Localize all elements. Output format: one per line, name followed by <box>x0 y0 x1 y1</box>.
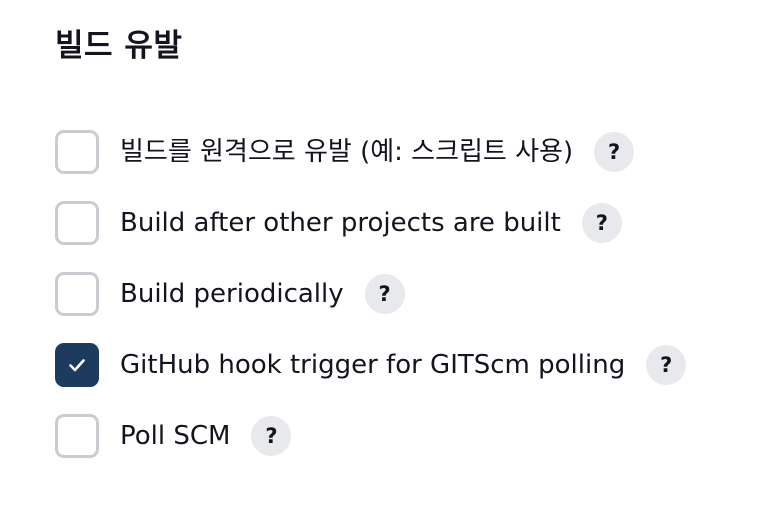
option-label[interactable]: Build after other projects are built <box>120 206 561 240</box>
option-label[interactable]: Poll SCM <box>120 419 230 453</box>
trigger-options-list: 빌드를 원격으로 유발 (예: 스크립트 사용) ? Build after o… <box>55 129 687 484</box>
option-remote-trigger: 빌드를 원격으로 유발 (예: 스크립트 사용) ? <box>55 129 686 175</box>
checkbox-build-after-other-projects[interactable] <box>55 201 99 245</box>
help-button[interactable]: ? <box>581 203 622 243</box>
help-button[interactable]: ? <box>251 416 292 456</box>
help-button[interactable]: ? <box>364 274 405 314</box>
build-triggers-section: 빌드 유발 빌드를 원격으로 유발 (예: 스크립트 사용) ? Build a… <box>0 0 782 506</box>
help-button[interactable]: ? <box>594 132 635 172</box>
option-github-hook-trigger: GitHub hook trigger for GITScm polling ? <box>55 342 687 388</box>
section-title: 빌드 유발 <box>55 28 183 64</box>
help-button[interactable]: ? <box>646 345 687 385</box>
option-build-after-other-projects: Build after other projects are built ? <box>55 200 686 246</box>
option-label[interactable]: GitHub hook trigger for GITScm polling <box>120 348 625 382</box>
option-label[interactable]: 빌드를 원격으로 유발 (예: 스크립트 사용) <box>120 135 573 169</box>
checkbox-build-periodically[interactable] <box>55 272 99 316</box>
checkbox-poll-scm[interactable] <box>55 414 99 458</box>
check-icon <box>69 359 85 372</box>
option-build-periodically: Build periodically ? <box>55 271 686 317</box>
checkbox-github-hook-trigger[interactable] <box>55 343 99 387</box>
option-poll-scm: Poll SCM ? <box>55 413 686 459</box>
checkbox-remote-trigger[interactable] <box>55 130 99 174</box>
option-label[interactable]: Build periodically <box>120 277 344 311</box>
